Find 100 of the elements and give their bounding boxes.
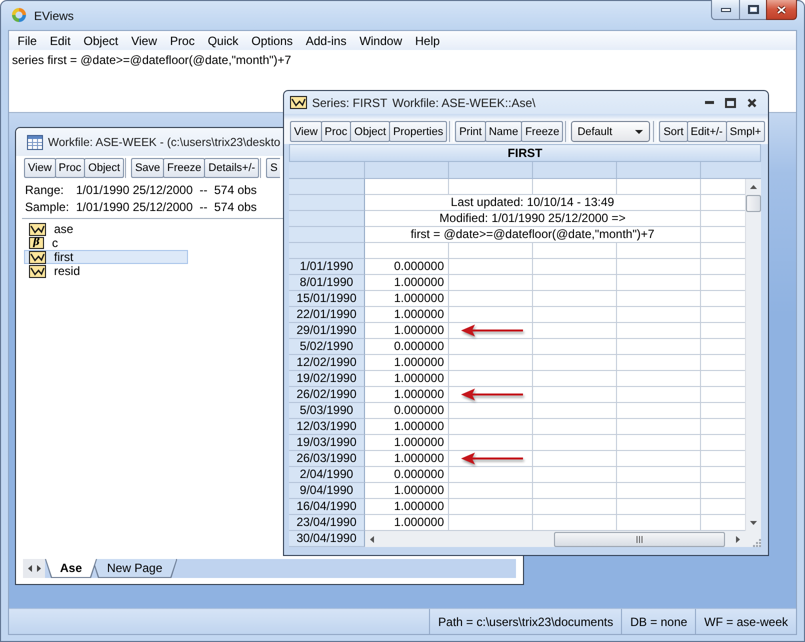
row-header: 2/04/1990 <box>289 467 365 483</box>
app-logo-icon <box>11 7 27 23</box>
window-title: EViews <box>34 9 74 23</box>
row-header: 26/02/1990 <box>289 387 365 403</box>
maximize-button[interactable] <box>739 0 767 20</box>
toolbar-button[interactable]: S <box>266 158 280 178</box>
series-value: 1.000000 <box>392 371 445 387</box>
minimize-button[interactable] <box>711 0 740 20</box>
info-value: 1/01/1990 25/12/2000 -- 574 obs <box>76 182 257 196</box>
series-value: 0.000000 <box>392 259 445 275</box>
series-value: 1.000000 <box>392 483 445 499</box>
vertical-scrollbar[interactable] <box>745 179 761 531</box>
line-chart-icon <box>29 222 46 236</box>
toolbar-button[interactable]: Properties <box>389 121 448 142</box>
row-header: 29/01/1990 <box>289 323 365 339</box>
menu-item[interactable]: File <box>11 34 44 48</box>
maximize-icon <box>748 5 758 14</box>
menu-item[interactable]: Object <box>77 34 125 48</box>
status-text: DB = none <box>621 609 696 634</box>
toolbar-button[interactable]: Smpl+ <box>726 121 766 142</box>
row-header: 19/02/1990 <box>289 371 365 387</box>
object-list-item[interactable]: resid <box>24 264 188 278</box>
toolbar-button[interactable]: Print <box>455 121 486 142</box>
menu-item[interactable]: Add-ins <box>299 34 353 48</box>
horizontal-scrollbar[interactable] <box>365 531 745 547</box>
series-value: 1.000000 <box>392 291 445 307</box>
toolbar-button[interactable]: Object <box>350 121 390 142</box>
close-icon <box>776 4 787 14</box>
scroll-left-icon[interactable] <box>28 565 32 572</box>
status-text: WF = ase-week <box>695 609 796 634</box>
series-value: 0.000000 <box>392 339 445 355</box>
toolbar-button[interactable]: Freeze <box>521 121 564 142</box>
menu-item[interactable]: View <box>124 34 164 48</box>
resize-grip-icon[interactable] <box>752 538 761 547</box>
maximize-icon <box>725 98 736 108</box>
series-value: 1.000000 <box>392 419 445 435</box>
row-header: 8/01/1990 <box>289 275 365 291</box>
row-header: 16/04/1990 <box>289 499 365 515</box>
series-value: 0.000000 <box>392 403 445 419</box>
row-header: 30/04/1990 <box>289 531 365 547</box>
info-label: Sample: <box>25 200 70 214</box>
object-list-item[interactable]: first <box>24 250 188 264</box>
menu-item[interactable]: Quick <box>201 34 245 48</box>
menu-item[interactable]: Window <box>352 34 409 48</box>
scrollbar-thumb[interactable] <box>554 532 725 546</box>
toolbar-button[interactable]: View <box>24 158 56 178</box>
series-value: 1.000000 <box>392 275 445 291</box>
view-dropdown[interactable]: Default <box>571 121 650 142</box>
row-header: 15/01/1990 <box>289 291 365 307</box>
scroll-left-icon[interactable] <box>370 536 374 542</box>
row-header: 23/04/1990 <box>289 515 365 531</box>
workfile-label: Workfile: ASE-WEEK::Ase\ <box>392 96 536 110</box>
coefficient-icon: β <box>29 237 44 249</box>
scrollbar-thumb[interactable] <box>746 195 761 212</box>
info-label: Range: <box>25 182 65 196</box>
menu-item[interactable]: Options <box>244 34 300 48</box>
toolbar-button[interactable]: Object <box>84 158 124 178</box>
series-value: 1.000000 <box>392 387 445 403</box>
caret-icon <box>635 130 644 134</box>
toolbar-button[interactable]: Freeze <box>163 158 206 178</box>
toolbar-button[interactable]: Details+/- <box>204 158 260 178</box>
toolbar-button[interactable]: Name <box>484 121 522 142</box>
series-value: 1.000000 <box>392 323 445 339</box>
row-header: 12/03/1990 <box>289 419 365 435</box>
scroll-right-icon[interactable] <box>736 536 740 542</box>
row-header: 9/04/1990 <box>289 483 365 499</box>
menu-item[interactable]: Proc <box>164 34 202 48</box>
object-list-item[interactable]: β c <box>24 236 188 250</box>
row-header: 5/02/1990 <box>289 339 365 355</box>
series-value: 1.000000 <box>392 451 445 467</box>
scroll-down-icon[interactable] <box>750 521 757 525</box>
row-header: 1/01/1990 <box>289 259 365 275</box>
toolbar-button[interactable]: Edit+/- <box>686 121 727 142</box>
toolbar-button[interactable]: Sort <box>659 121 688 142</box>
close-button[interactable] <box>766 0 797 20</box>
row-header: 12/02/1990 <box>289 355 365 371</box>
menu-item[interactable]: Help <box>408 34 446 48</box>
line-chart-icon <box>29 250 46 264</box>
object-list-item[interactable]: ase <box>24 222 188 236</box>
toolbar-button[interactable]: View <box>290 121 322 142</box>
menu-item[interactable]: Edit <box>43 34 78 48</box>
grip-icon <box>636 536 643 542</box>
toolbar-button[interactable]: Proc <box>54 158 86 178</box>
scroll-up-icon[interactable] <box>750 185 757 189</box>
toolbar-button[interactable]: Proc <box>320 121 352 142</box>
status-text: Path = c:\users\trix23\documents <box>429 609 622 634</box>
toolbar-button[interactable]: Save <box>131 158 164 178</box>
scroll-right-icon[interactable] <box>36 565 40 572</box>
series-value: 0.000000 <box>392 467 445 483</box>
series-value: 1.000000 <box>392 355 445 371</box>
minimize-icon <box>720 8 730 12</box>
line-chart-icon <box>290 96 307 109</box>
line-chart-icon <box>29 264 46 278</box>
table-icon <box>27 134 43 150</box>
series-value: 1.000000 <box>392 435 445 451</box>
row-header: 5/03/1990 <box>289 403 365 419</box>
window-title: Series: FIRST <box>312 96 388 110</box>
minimize-icon <box>705 101 714 104</box>
close-icon <box>746 98 756 108</box>
row-header: 19/03/1990 <box>289 435 365 451</box>
